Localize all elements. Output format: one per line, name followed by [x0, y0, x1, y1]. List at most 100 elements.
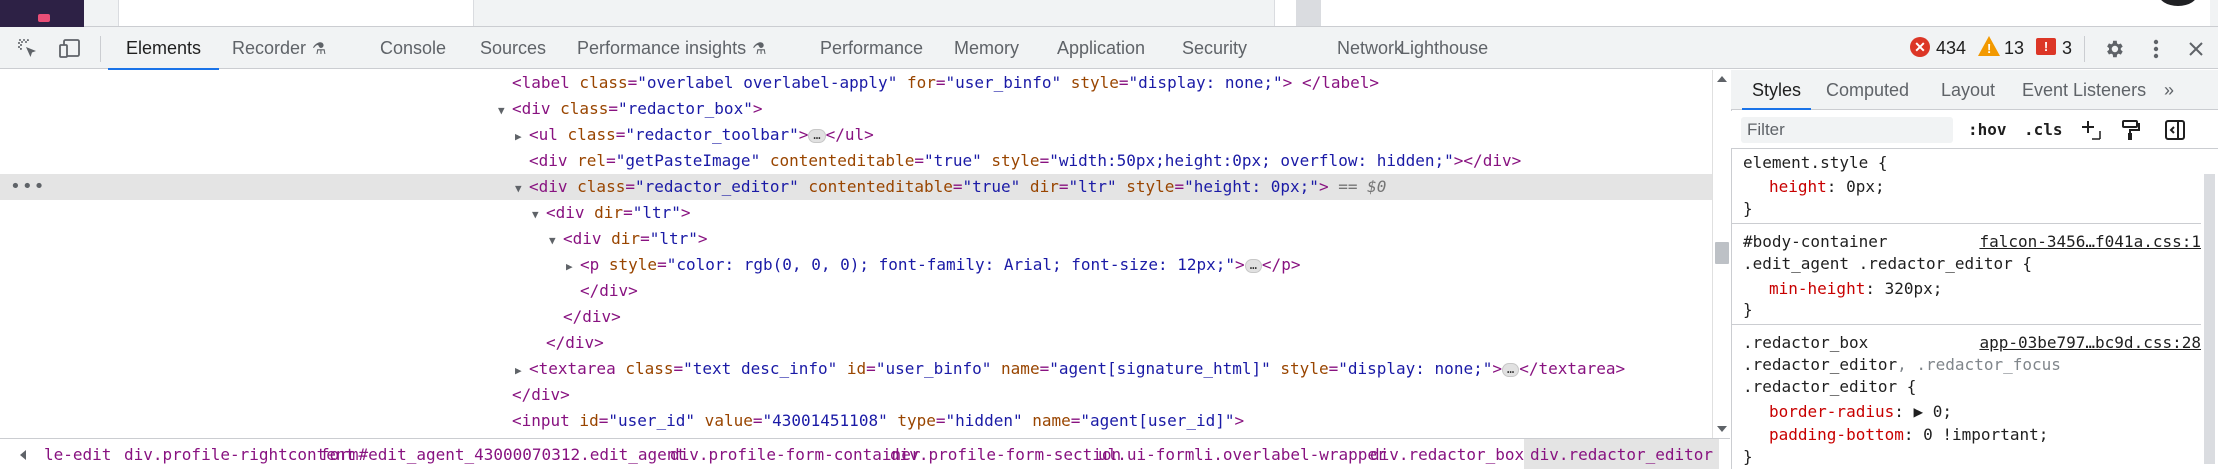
breadcrumb-item[interactable]: le-edit: [38, 439, 117, 469]
rule-selector[interactable]: .redactor_editor, .redactor_focus: [1743, 354, 2061, 376]
device-toolbar-icon[interactable]: [58, 37, 82, 61]
breadcrumb-item[interactable]: li.overlabel-wrapper: [1188, 439, 1393, 469]
tab-memory[interactable]: Memory: [954, 27, 1019, 69]
scroll-down-icon[interactable]: [1717, 426, 1727, 432]
breadcrumb-item[interactable]: div.profile-form-section: [884, 439, 1127, 469]
dom-node-line[interactable]: ▶ <textarea class="text desc_info" id="us…: [0, 356, 1712, 382]
rule-selector[interactable]: #body-container: [1743, 231, 1888, 253]
dom-node-markup[interactable]: </div>: [580, 278, 638, 304]
error-icon[interactable]: ✕: [1910, 37, 1930, 57]
dom-node-markup[interactable]: </div>: [512, 382, 570, 408]
collapsed-children-button[interactable]: …: [1244, 258, 1262, 273]
tab-network[interactable]: Network: [1337, 27, 1403, 69]
tab-performance-insights[interactable]: Performance insights ⚗: [577, 27, 766, 69]
dom-node-line[interactable]: </div>: [0, 330, 1712, 356]
close-icon[interactable]: [2184, 37, 2208, 61]
breadcrumb-item[interactable]: form#edit_agent_43000070312.edit_agent: [314, 439, 692, 469]
dom-node-line[interactable]: <label class="overlabel overlabel-apply"…: [0, 70, 1712, 96]
collapsed-children-button[interactable]: …: [808, 128, 826, 143]
css-property[interactable]: border-radius: ▶ 0;: [1769, 401, 1952, 423]
tab-performance[interactable]: Performance: [820, 27, 923, 69]
dom-node-markup[interactable]: ▶ <textarea class="text desc_info" id="us…: [515, 356, 1625, 384]
dom-node-line[interactable]: ••• ▼ <div class="redactor_editor" content…: [0, 174, 1712, 200]
tab-security[interactable]: Security: [1182, 27, 1247, 69]
styles-scrollbar[interactable]: [2201, 150, 2218, 469]
collapsed-children-button[interactable]: …: [1501, 362, 1520, 377]
dom-node-line[interactable]: <div rel="getPasteImage" contenteditable…: [0, 148, 1712, 174]
page-scrollbar-thumb[interactable]: [1296, 0, 1320, 26]
dom-node-line[interactable]: ▼ <div dir="ltr">: [0, 200, 1712, 226]
dom-node-markup[interactable]: <label class="overlabel overlabel-apply"…: [512, 70, 1379, 96]
sidebar-toggle-icon[interactable]: [2162, 117, 2188, 143]
kebab-menu-icon[interactable]: [2144, 37, 2168, 61]
tab-styles[interactable]: Styles: [1741, 70, 1812, 110]
rule-selector[interactable]: .edit_agent .redactor_editor {: [1743, 253, 2032, 275]
dom-node-markup[interactable]: </div>: [563, 304, 621, 330]
tab-application[interactable]: Application: [1057, 27, 1145, 69]
dom-node-markup[interactable]: ▼ <div dir="ltr">: [549, 226, 708, 254]
error-count[interactable]: 434: [1936, 27, 1966, 69]
tab-sources[interactable]: Sources: [480, 27, 546, 69]
expanded-triangle-icon[interactable]: ▼: [532, 202, 546, 228]
css-property-name[interactable]: padding-bottom: [1769, 425, 1904, 444]
scrollbar-thumb[interactable]: [1715, 242, 1729, 264]
tab-console[interactable]: Console: [380, 27, 446, 69]
css-property-name[interactable]: border-radius: [1769, 402, 1894, 421]
css-property-value[interactable]: 320px;: [1885, 279, 1943, 298]
dom-node-markup[interactable]: <input id="user_id" value="43001451108" …: [512, 408, 1244, 434]
scroll-up-icon[interactable]: [1717, 76, 1727, 82]
elements-scrollbar[interactable]: [1712, 70, 1730, 438]
dom-node-markup[interactable]: </div>: [546, 330, 604, 356]
dom-node-line[interactable]: ▼ <div class="redactor_box">: [0, 96, 1712, 122]
issues-icon[interactable]: !: [2036, 38, 2056, 55]
collapsed-triangle-icon[interactable]: ▶: [515, 358, 529, 384]
tab-elements[interactable]: Elements: [107, 27, 220, 70]
css-property[interactable]: height: 0px;: [1769, 176, 1885, 198]
node-menu-icon[interactable]: •••: [10, 174, 46, 200]
breadcrumb-item[interactable]: div.redactor_editor: [1524, 439, 1720, 469]
new-rule-icon[interactable]: [2078, 117, 2104, 143]
elements-tree[interactable]: <label class="overlabel overlabel-apply"…: [0, 70, 1712, 438]
css-property-name[interactable]: height: [1769, 177, 1827, 196]
stylesheet-link[interactable]: app-03be797…bc9d.css:28: [1979, 332, 2201, 354]
tab-computed[interactable]: Computed: [1826, 70, 1909, 110]
css-property-value[interactable]: ▶ 0;: [1914, 402, 1953, 421]
css-property[interactable]: min-height: 320px;: [1769, 278, 1942, 300]
rule-selector[interactable]: .redactor_editor {: [1743, 376, 1916, 398]
css-property-name[interactable]: min-height: [1769, 279, 1865, 298]
scrollbar-thumb[interactable]: [2204, 174, 2215, 464]
css-property-value[interactable]: 0px;: [1846, 177, 1885, 196]
breadcrumb-item[interactable]: div.redactor_box: [1364, 439, 1530, 469]
tab-lighthouse[interactable]: Lighthouse: [1400, 27, 1488, 69]
dom-node-line[interactable]: </div>: [0, 304, 1712, 330]
dom-node-markup[interactable]: <div rel="getPasteImage" contenteditable…: [529, 148, 1521, 174]
dom-node-line[interactable]: </div>: [0, 278, 1712, 304]
expanded-triangle-icon[interactable]: ▼: [515, 176, 529, 202]
rule-selector[interactable]: .redactor_box: [1743, 332, 1868, 354]
expanded-triangle-icon[interactable]: ▼: [498, 98, 512, 124]
stylesheet-link[interactable]: falcon-3456…f041a.css:1: [1979, 231, 2201, 253]
dom-node-line[interactable]: <input id="user_id" value="43001451108" …: [0, 408, 1712, 434]
dom-node-line[interactable]: </div>: [0, 382, 1712, 408]
breadcrumb-item[interactable]: ul.ui-form: [1092, 439, 1200, 469]
rule-selector[interactable]: element.style {: [1743, 152, 1888, 174]
dom-node-line[interactable]: ▶ <ul class="redactor_toolbar">… </ul>: [0, 122, 1712, 148]
css-property[interactable]: padding-bottom: 0 !important;: [1769, 424, 2048, 446]
dom-node-line[interactable]: ▼ <div dir="ltr">: [0, 226, 1712, 252]
tab-event-listeners[interactable]: Event Listeners: [2022, 70, 2146, 110]
hover-state-button[interactable]: :hov: [1968, 115, 2007, 145]
dom-node-markup[interactable]: ▼ <div dir="ltr">: [532, 200, 691, 228]
paint-roller-icon[interactable]: [2118, 117, 2144, 143]
styles-filter-input[interactable]: [1741, 117, 1953, 143]
dom-node-markup[interactable]: ▶ <p style="color: rgb(0, 0, 0); font-fam…: [566, 252, 1300, 280]
dom-node-markup[interactable]: ▼ <div class="redactor_editor" contentedi…: [515, 174, 1386, 202]
dom-node-markup[interactable]: ▼ <div class="redactor_box">: [498, 96, 762, 124]
collapsed-triangle-icon[interactable]: ▶: [566, 254, 580, 280]
more-tabs-button[interactable]: »: [2164, 70, 2174, 110]
inspect-element-icon[interactable]: [16, 37, 40, 61]
collapsed-triangle-icon[interactable]: ▶: [515, 124, 529, 150]
issues-count[interactable]: 3: [2062, 27, 2072, 69]
gear-icon[interactable]: [2102, 37, 2126, 61]
dom-node-line[interactable]: ▶ <p style="color: rgb(0, 0, 0); font-fam…: [0, 252, 1712, 278]
expanded-triangle-icon[interactable]: ▼: [549, 228, 563, 254]
